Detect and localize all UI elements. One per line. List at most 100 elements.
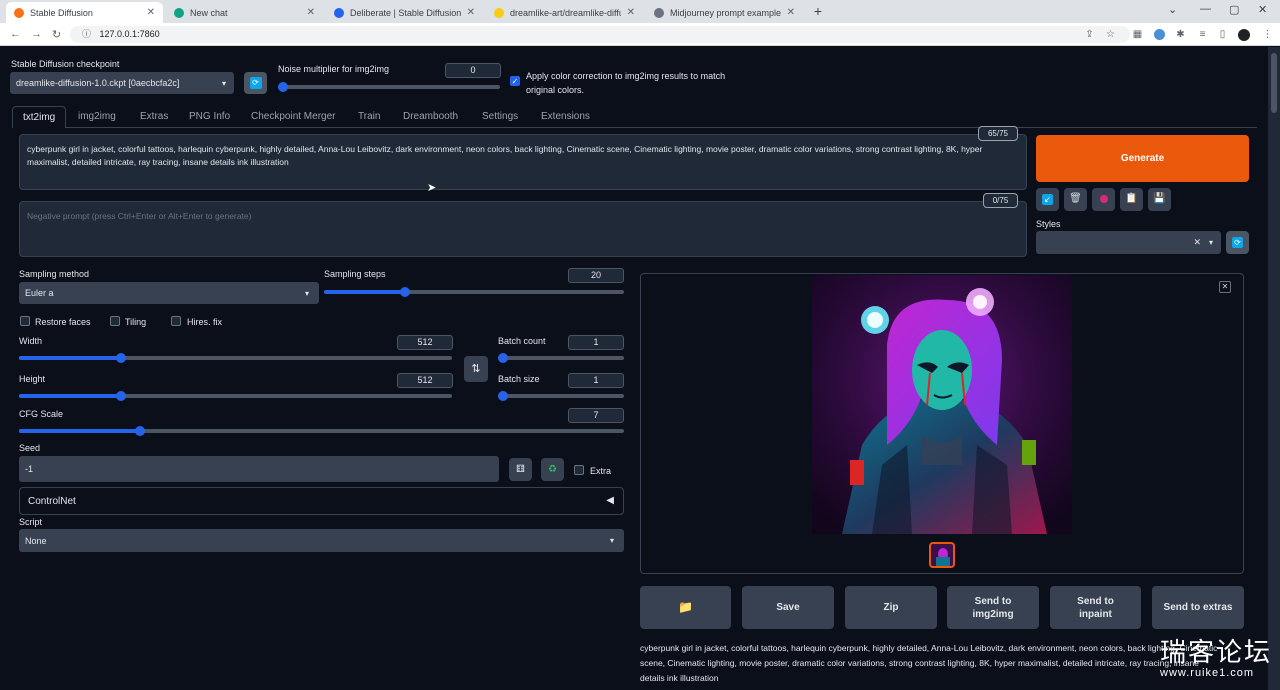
checkpoint-dropdown[interactable]: dreamlike-diffusion-1.0.ckpt [0aecbcfa2c… (10, 72, 234, 94)
page-scrollbar[interactable] (1268, 47, 1280, 690)
negative-prompt-textarea[interactable]: Negative prompt (press Ctrl+Enter or Alt… (19, 201, 1027, 257)
read-params-button[interactable]: ↙ (1036, 188, 1059, 211)
collapse-triangle-icon: ◀ (606, 495, 614, 506)
slider-knob[interactable] (135, 426, 145, 436)
puzzle-icon[interactable]: ✱ (1175, 29, 1186, 40)
batch-size-input[interactable]: 1 (568, 373, 624, 388)
minimize-icon[interactable]: — (1200, 3, 1211, 15)
extension-grid-icon[interactable]: ▦ (1132, 29, 1143, 40)
cfg-scale-input[interactable]: 7 (568, 408, 624, 423)
gallery-thumbnail[interactable] (929, 542, 955, 568)
batch-count-slider[interactable] (498, 353, 624, 363)
tab-img2img[interactable]: img2img (68, 106, 126, 128)
tab-txt2img[interactable]: txt2img (12, 106, 67, 128)
close-icon[interactable]: ✕ (627, 7, 635, 18)
refresh-styles-button[interactable]: ⟳ (1226, 231, 1249, 254)
height-input[interactable]: 512 (397, 373, 453, 388)
slider-knob[interactable] (498, 353, 508, 363)
tiling-checkbox[interactable] (110, 316, 120, 326)
restore-faces-checkbox[interactable] (20, 316, 30, 326)
back-arrow-icon[interactable]: ← (10, 28, 21, 40)
browser-tab-new-chat[interactable]: New chat ✕ (166, 2, 323, 23)
address-bar[interactable]: ⓘ 127.0.0.1:7860 (70, 26, 1130, 43)
cfg-scale-slider[interactable] (19, 426, 624, 436)
slider-knob[interactable] (115, 391, 126, 401)
styles-dropdown[interactable]: ✕ ▾ (1036, 231, 1221, 254)
close-icon[interactable]: ✕ (787, 7, 795, 18)
browser-tab-dreamlike[interactable]: dreamlike-art/dreamlike-diffusio ✕ (486, 2, 643, 23)
controlnet-accordion[interactable]: ControlNet ◀ (19, 487, 624, 515)
generate-button[interactable]: Generate (1036, 135, 1249, 182)
reading-list-icon[interactable]: ≡ (1197, 29, 1208, 40)
kebab-menu-icon[interactable]: ⋮ (1262, 29, 1273, 40)
tab-extensions[interactable]: Extensions (531, 106, 600, 128)
close-icon[interactable]: ✕ (1219, 281, 1231, 293)
random-seed-button[interactable]: ⚅ (509, 458, 532, 481)
tab-dreambooth[interactable]: Dreambooth (393, 106, 468, 128)
browser-tab-stable-diffusion[interactable]: Stable Diffusion ✕ (6, 2, 163, 23)
side-panel-icon[interactable]: ▯ (1217, 29, 1228, 40)
color-correction-checkbox[interactable]: ✓ (510, 76, 520, 86)
hires-fix-checkbox[interactable] (171, 316, 181, 326)
controlnet-label: ControlNet (28, 496, 76, 507)
new-tab-plus-icon[interactable]: + (810, 3, 826, 19)
slider-knob[interactable] (498, 391, 508, 401)
sampling-steps-slider[interactable] (324, 287, 624, 297)
send-to-inpaint-button[interactable]: Send to inpaint (1050, 586, 1141, 629)
browser-tab-midjourney[interactable]: Midjourney prompt examples : Li ✕ (646, 2, 803, 23)
batch-count-input[interactable]: 1 (568, 335, 624, 350)
recycle-icon: ♻ (548, 464, 557, 475)
window-close-icon[interactable]: ✕ (1258, 3, 1267, 16)
close-icon[interactable]: ✕ (307, 7, 315, 18)
batch-size-slider[interactable] (498, 391, 624, 401)
close-icon[interactable]: ✕ (147, 7, 155, 18)
save-button[interactable]: Save (742, 586, 834, 629)
send-to-img2img-button[interactable]: Send to img2img (947, 586, 1039, 629)
reload-icon[interactable]: ↻ (52, 28, 61, 41)
sampling-method-dropdown[interactable]: Euler a ▾ (19, 282, 319, 304)
script-dropdown[interactable]: None ▾ (19, 529, 624, 552)
profile-avatar-icon[interactable] (1238, 29, 1250, 41)
sampling-steps-input[interactable]: 20 (568, 268, 624, 283)
extra-networks-button[interactable] (1092, 188, 1115, 211)
width-slider[interactable] (19, 353, 452, 363)
star-icon[interactable]: ☆ (1105, 29, 1116, 40)
generated-image[interactable] (812, 275, 1072, 534)
reuse-seed-button[interactable]: ♻ (541, 458, 564, 481)
slider-knob[interactable] (400, 287, 410, 297)
send-to-extras-button[interactable]: Send to extras (1152, 586, 1244, 629)
share-icon[interactable]: ⇪ (1084, 29, 1095, 40)
noise-multiplier-input[interactable]: 0 (445, 63, 501, 78)
tab-extras[interactable]: Extras (130, 106, 178, 128)
extension-circle-icon[interactable] (1154, 29, 1165, 40)
scrollbar-thumb[interactable] (1271, 53, 1277, 113)
extra-seed-checkbox[interactable] (574, 465, 584, 475)
save-style-button[interactable]: 💾 (1148, 188, 1171, 211)
apply-style-button[interactable]: 📋 (1120, 188, 1143, 211)
forward-arrow-icon[interactable]: → (31, 28, 42, 40)
refresh-checkpoint-button[interactable]: ⟳ (244, 72, 267, 94)
open-folder-button[interactable]: 📁 (640, 586, 731, 629)
maximize-icon[interactable]: ▢ (1229, 3, 1239, 16)
zip-button[interactable]: Zip (845, 586, 937, 629)
trash-icon: 🗑 (1069, 193, 1082, 204)
tab-train[interactable]: Train (348, 106, 390, 128)
clear-prompt-button[interactable]: 🗑 (1064, 188, 1087, 211)
site-watermark: 瑞客论坛 www.ruike1.com (1160, 632, 1272, 679)
close-icon[interactable]: ✕ (467, 7, 475, 18)
width-input[interactable]: 512 (397, 335, 453, 350)
browser-tab-title: dreamlike-art/dreamlike-diffusio (510, 7, 621, 18)
tab-checkpoint-merger[interactable]: Checkpoint Merger (241, 106, 345, 128)
swap-dimensions-button[interactable]: ⇅ (464, 356, 488, 382)
chevron-down-icon[interactable]: ⌄ (1168, 3, 1177, 16)
slider-knob[interactable] (115, 353, 126, 363)
seed-input[interactable]: -1 (19, 456, 499, 482)
tab-settings[interactable]: Settings (472, 106, 528, 128)
prompt-textarea[interactable]: cyberpunk girl in jacket, colorful tatto… (19, 134, 1027, 190)
height-slider[interactable] (19, 391, 452, 401)
browser-tab-deliberate[interactable]: Deliberate | Stable Diffusion Che ✕ (326, 2, 483, 23)
tab-png-info[interactable]: PNG Info (179, 106, 240, 128)
slider-knob[interactable] (278, 82, 288, 92)
clear-icon[interactable]: ✕ (1193, 237, 1201, 248)
noise-multiplier-slider[interactable] (278, 82, 500, 92)
